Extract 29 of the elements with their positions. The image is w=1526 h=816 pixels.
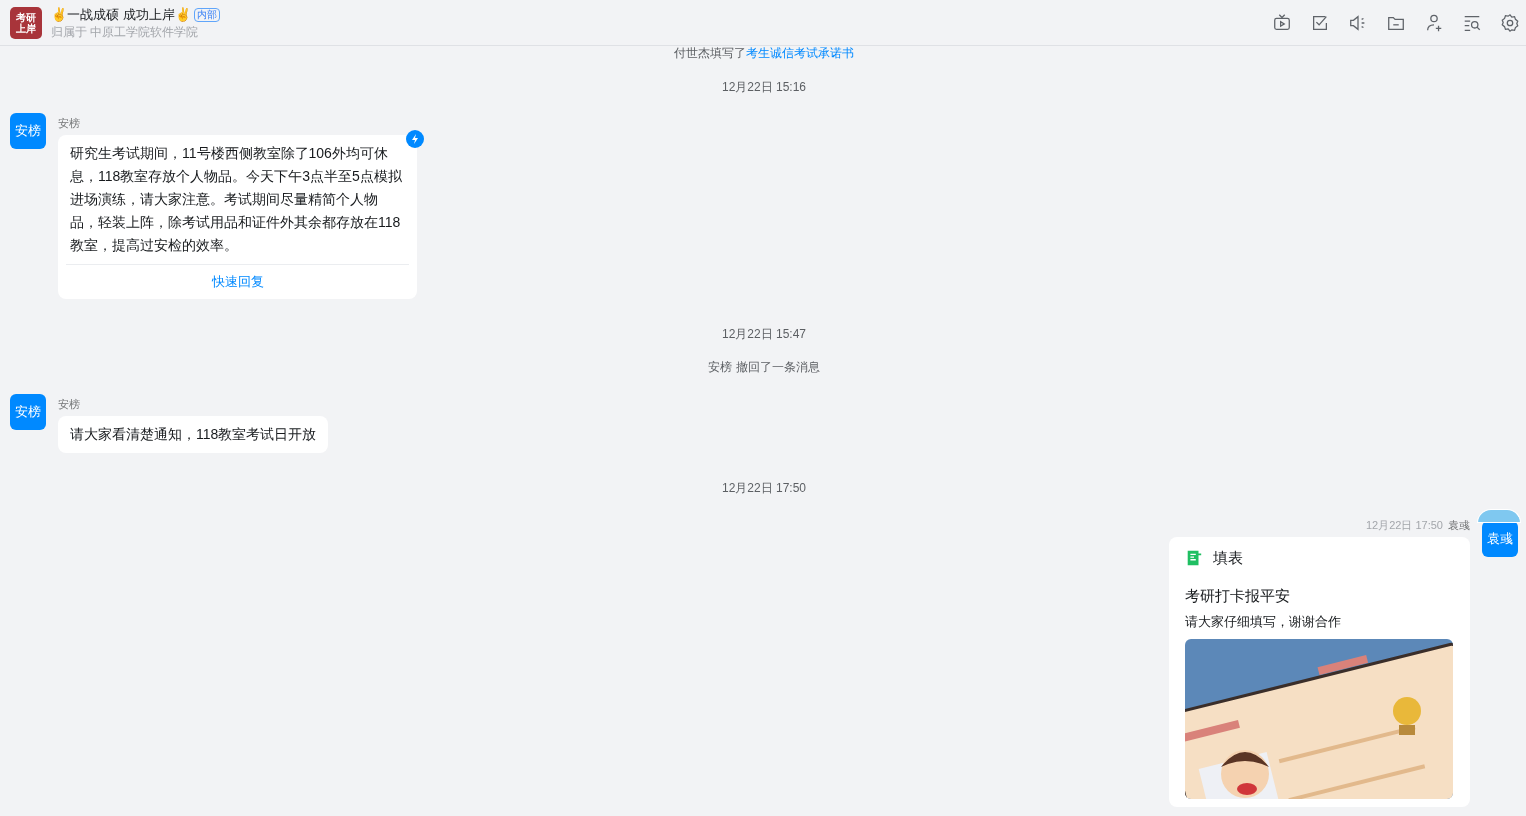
timestamp: 12月22日 17:50 (721, 481, 807, 495)
avatar[interactable]: 安榜 (10, 113, 46, 149)
group-title: ✌一战成硕 成功上岸✌ (51, 5, 191, 24)
group-logo: 考研 上岸 (10, 6, 42, 39)
sender-name: 袁彧 (1448, 518, 1470, 532)
system-message: 付世杰填写了考生诚信考试承诺书 (674, 46, 854, 60)
form-icon (1185, 549, 1203, 568)
quick-reply-link[interactable]: 快速回复 (211, 273, 264, 291)
live-icon[interactable] (1272, 12, 1292, 33)
card-title: 考研打卡报平安 (1185, 585, 1291, 606)
message-text: 研究生考试期间，11号楼西侧教室除了106外均可休息，118教室存放个人物品。今天下午3点半至5点模拟进场演练，请大家注意。考试期间尽量精简个人物品，轻装上阵，除考试用品和证件外其余都存放在118教室，提高过安检的效率。 (70, 144, 403, 255)
sender-name: 安榜 (58, 397, 81, 411)
form-link[interactable]: 考生诚信考试承诺书 (746, 46, 854, 60)
message-time: 12月22日 17:50 (1365, 518, 1443, 532)
timestamp: 12月22日 15:16 (721, 80, 807, 94)
avatar[interactable]: 安榜 (10, 394, 46, 430)
form-card[interactable]: 填表 考研打卡报平安 请大家仔细填写，谢谢合作 (1169, 537, 1470, 807)
avatar-frame (1477, 509, 1521, 523)
add-person-icon[interactable] (1424, 12, 1444, 33)
avatar[interactable]: 袁彧 (1482, 521, 1518, 557)
message-text: 请大家看清楚通知，118教室考试日开放 (70, 425, 317, 444)
timestamp: 12月22日 15:47 (721, 327, 807, 341)
system-message: 安榜 撤回了一条消息 (708, 360, 820, 374)
group-subtitle: 归属于 中原工学院软件学院 (51, 23, 200, 40)
settings-icon[interactable] (1500, 12, 1520, 33)
sender-name: 安榜 (58, 116, 81, 130)
internal-tag: 内部 (193, 7, 220, 22)
card-type: 填表 (1213, 548, 1243, 568)
card-description: 请大家仔细填写，谢谢合作 (1185, 612, 1342, 631)
